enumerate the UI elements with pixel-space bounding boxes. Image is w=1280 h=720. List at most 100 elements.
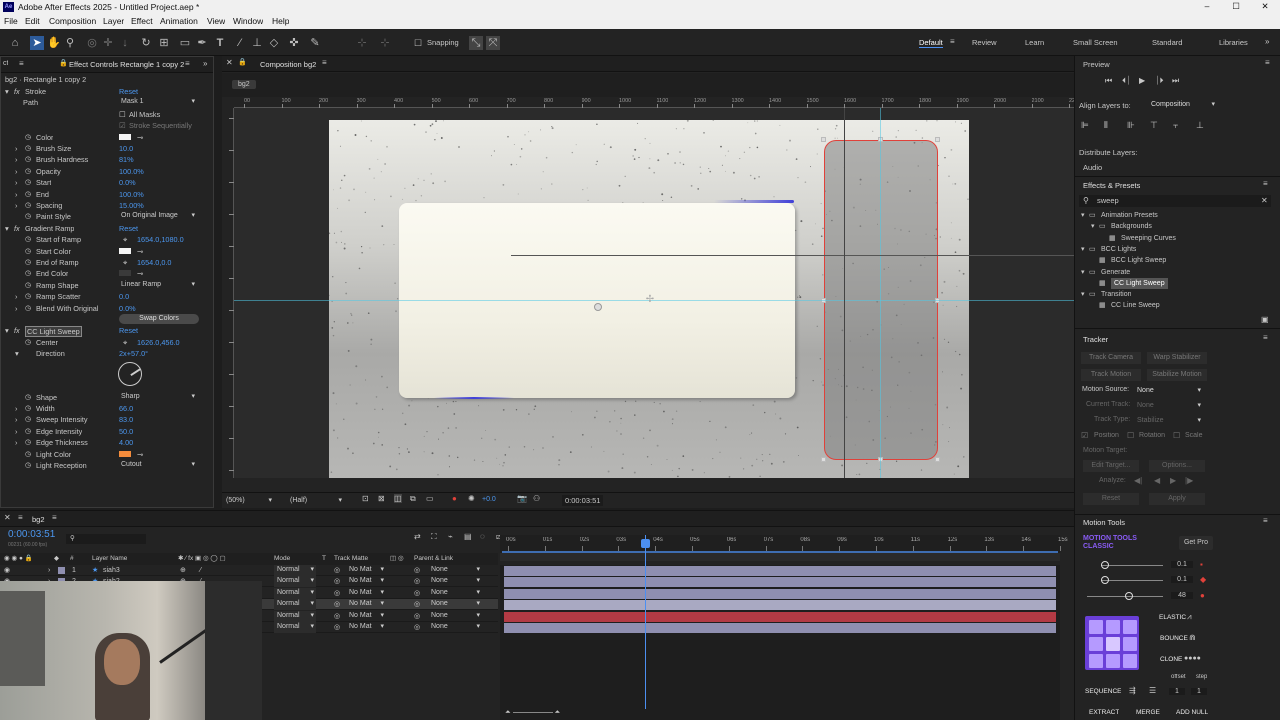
effect-param[interactable]: › ◷ Edge Thickness 4.00	[1, 437, 213, 448]
track-matte-dropdown[interactable]: No Mat	[346, 611, 386, 622]
expand-icon[interactable]: ▾	[1081, 210, 1085, 221]
panel-menu-icon[interactable]: ≡	[1263, 333, 1268, 342]
stopwatch-icon[interactable]: ◷	[25, 268, 31, 279]
effect-param[interactable]: › ◷ Edge Intensity 50.0	[1, 426, 213, 437]
playhead[interactable]	[645, 535, 646, 709]
expand-icon[interactable]: ▾	[5, 86, 9, 97]
sequence-button[interactable]: SEQUENCE	[1085, 688, 1121, 695]
pickwhip-icon[interactable]: ◎	[414, 622, 420, 633]
color-swatch[interactable]	[119, 450, 131, 457]
layer-mode-dropdown[interactable]: Normal	[274, 622, 316, 633]
expand-icon[interactable]: ›	[15, 414, 17, 425]
playhead-handle[interactable]	[641, 539, 650, 548]
rectangle-tool-icon[interactable]: ▭	[178, 36, 192, 50]
effect-reset-link[interactable]: Reset	[119, 325, 138, 336]
close-tab-icon[interactable]: ✕	[4, 513, 11, 522]
track-matte-dropdown[interactable]: No Mat	[346, 565, 386, 576]
param-value[interactable]: 0.0	[119, 291, 129, 302]
panel-menu-icon[interactable]: ≡	[322, 58, 327, 67]
effect-cc-light-sweep[interactable]: ▾ fx CC Light Sweep Reset	[1, 325, 213, 338]
color-swatch[interactable]	[119, 270, 131, 277]
effect-param[interactable]: ◷ Light Reception Cutout	[1, 460, 213, 471]
anchor-cell[interactable]	[1106, 637, 1120, 651]
zoom-dropdown[interactable]: (50%)	[226, 496, 274, 506]
render-queue-icon[interactable]: ≡	[18, 513, 23, 522]
pan-behind-icon[interactable]: ⊞	[157, 36, 171, 50]
stopwatch-icon[interactable]: ◷	[25, 154, 31, 165]
expand-icon[interactable]: ›	[15, 177, 17, 188]
exposure-value[interactable]: +0.0	[482, 496, 496, 503]
layer-mode-dropdown[interactable]: Normal	[274, 610, 316, 622]
effect-param[interactable]: ◷ Center ⌖ 1626.0,456.0	[1, 337, 213, 348]
preset-item[interactable]: ▦ Sweeping Curves	[1075, 233, 1280, 244]
parent-dropdown[interactable]: None	[428, 611, 482, 622]
effect-controls-tab[interactable]: Effect Controls Rectangle 1 copy 2	[69, 60, 184, 69]
align-top-icon[interactable]: ⊤	[1150, 120, 1158, 131]
pickwhip-icon[interactable]: ◎	[414, 588, 420, 599]
layer-name[interactable]: siah3	[103, 565, 120, 576]
motion-source-dropdown[interactable]: None	[1137, 386, 1203, 396]
label-color-swatch[interactable]	[58, 567, 65, 574]
workspace-small-screen[interactable]: Small Screen	[1073, 38, 1118, 47]
point-target-icon[interactable]: ⌖	[123, 234, 127, 245]
stopwatch-icon[interactable]: ◷	[25, 460, 31, 471]
tracker-reset-button[interactable]: Reset	[1083, 493, 1139, 505]
layer-row[interactable]: ◉ › 1 ★ siah3 ⊕ ⁄ Normal ◎ No Mat ◎ None	[0, 565, 498, 576]
align-right-icon[interactable]: ⊪	[1127, 120, 1135, 131]
layer-duration-bar[interactable]	[504, 577, 1056, 588]
easing-slider-knob[interactable]	[1101, 561, 1109, 569]
sequence-step-value[interactable]: 1	[1191, 688, 1207, 695]
resolution-dropdown[interactable]: (Half)	[290, 496, 344, 506]
timeline-tab[interactable]: bg2	[32, 515, 45, 524]
matte-icon[interactable]: ◎	[334, 622, 340, 633]
timeline-scrollbar[interactable]	[500, 553, 1060, 561]
menu-edit[interactable]: Edit	[25, 16, 40, 27]
effect-param[interactable]: ◷ Start Color ⊸	[1, 246, 213, 257]
layer-mode-dropdown[interactable]: Normal	[274, 599, 316, 611]
type-tool-icon[interactable]: T	[213, 36, 227, 50]
layer-duration-bar[interactable]	[504, 588, 1056, 599]
param-value[interactable]: 66.0	[119, 403, 133, 414]
effect-param[interactable]: › ◷ End 100.0%	[1, 189, 213, 200]
stopwatch-icon[interactable]: ◷	[25, 303, 31, 314]
snapshot-icon[interactable]: 📷	[517, 494, 527, 503]
menu-layer[interactable]: Layer	[103, 16, 124, 27]
expand-icon[interactable]: ›	[15, 403, 17, 414]
stopwatch-icon[interactable]: ◷	[25, 403, 31, 414]
selection-tool-icon[interactable]: ➤	[30, 36, 44, 50]
matte-icon[interactable]: ◎	[334, 576, 340, 587]
lock-icon[interactable]: 🔒	[59, 59, 68, 67]
effects-search-value[interactable]: sweep	[1097, 195, 1119, 207]
expand-panels-icon[interactable]: »	[203, 59, 207, 68]
extract-button[interactable]: EXTRACT	[1089, 709, 1119, 716]
align-icon[interactable]: ⊹	[355, 36, 369, 50]
align-left-icon[interactable]: ⊫	[1081, 120, 1089, 131]
param-dropdown[interactable]: Linear Ramp	[121, 280, 197, 291]
close-icon[interactable]: ✕	[1258, 0, 1272, 14]
align-vcenter-icon[interactable]: ⫟	[1173, 120, 1178, 131]
mask-view-icon[interactable]: ◫	[394, 494, 402, 503]
expand-icon[interactable]: ›	[15, 154, 17, 165]
zoom-out-icon[interactable]: ⏶	[505, 709, 511, 716]
anchor-cell[interactable]	[1089, 620, 1103, 634]
effect-param[interactable]: › ◷ Blend With Original 0.0%	[1, 303, 213, 314]
bounce-button[interactable]: BOUNCE	[1160, 635, 1188, 642]
matte-icon[interactable]: ◎	[334, 565, 340, 576]
lock-icon[interactable]: 🔒	[238, 58, 247, 66]
preset-folder[interactable]: ▾ ▭ Animation Presets	[1075, 210, 1280, 221]
stopwatch-icon[interactable]: ◷	[25, 280, 31, 291]
preset-item[interactable]: ▦ BCC Light Sweep	[1075, 255, 1280, 266]
expand-icon[interactable]: ›	[48, 565, 50, 576]
warp-stabilizer-button[interactable]: Warp Stabilizer	[1147, 352, 1207, 364]
panel-menu-icon[interactable]: ≡	[1263, 179, 1268, 188]
expand-icon[interactable]: ›	[15, 200, 17, 211]
easing-slider-knob[interactable]	[1101, 576, 1109, 584]
timeline-current-time[interactable]: 0:00:03:51	[8, 529, 55, 540]
analyze-back-icon[interactable]: ◀|	[1134, 476, 1142, 485]
parent-link-col[interactable]: Parent & Link	[414, 553, 453, 565]
param-value[interactable]: 1654.0,0.0	[137, 257, 172, 268]
panel-menu-icon[interactable]: ≡	[1265, 58, 1270, 67]
visibility-icon[interactable]: ◉	[4, 565, 10, 576]
quality-switch-icon[interactable]: ⁄	[200, 565, 201, 576]
easing-slider-track[interactable]	[1101, 580, 1163, 581]
